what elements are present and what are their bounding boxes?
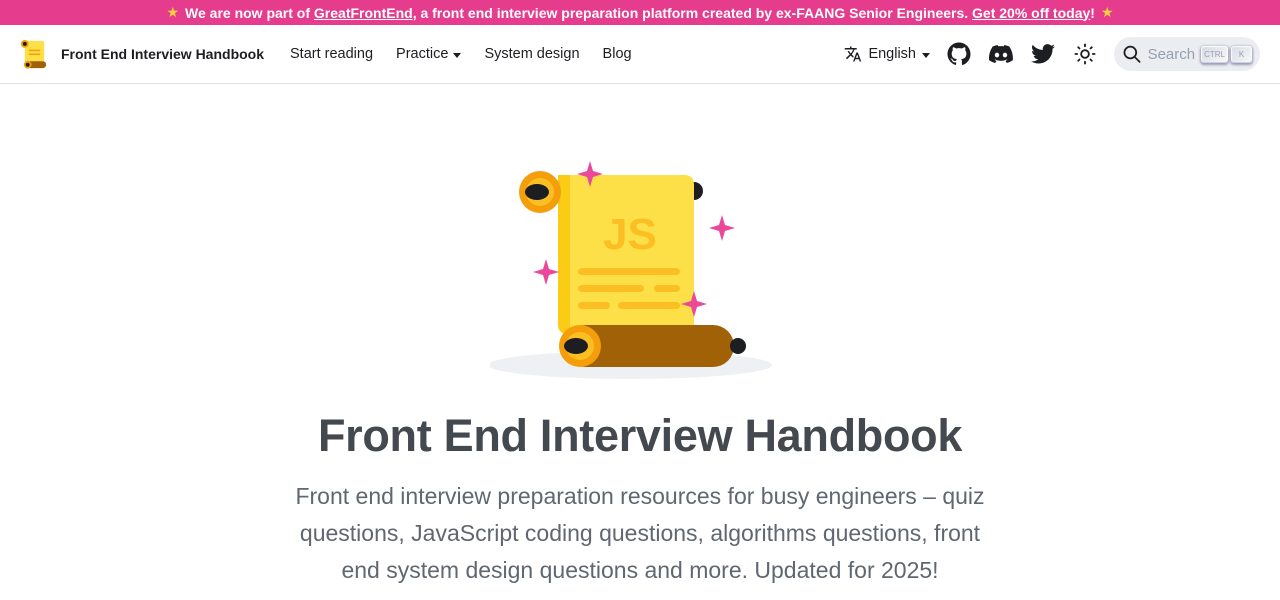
search-button[interactable]: Search CTRL K	[1114, 37, 1260, 71]
announcement-middle: , a front end interview preparation plat…	[412, 4, 973, 21]
kbd-k: K	[1231, 45, 1252, 63]
github-link[interactable]	[946, 41, 972, 67]
theme-toggle-button[interactable]	[1072, 41, 1098, 67]
twitter-link[interactable]	[1030, 41, 1056, 67]
sun-icon	[1074, 43, 1096, 65]
search-placeholder: Search	[1147, 45, 1196, 63]
twitter-icon	[1031, 44, 1055, 64]
scroll-logo-icon	[20, 39, 47, 69]
nav-links: Start reading Practice System design Blo…	[290, 46, 632, 62]
kbd-ctrl: CTRL	[1201, 45, 1228, 63]
github-icon	[947, 42, 971, 66]
caret-down-icon	[922, 52, 930, 58]
nav-practice-label: Practice	[396, 46, 449, 62]
discord-link[interactable]	[988, 41, 1014, 67]
brand-title: Front End Interview Handbook	[61, 46, 265, 62]
hero-section: JS Front End Interview Handbook Front en…	[0, 84, 1280, 589]
search-icon	[1123, 45, 1141, 63]
nav-start-reading[interactable]: Start reading	[290, 46, 373, 62]
nav-right-group: English Search CTRL K	[844, 37, 1262, 71]
nav-system-design[interactable]: System design	[484, 46, 579, 62]
search-shortcut: CTRL K	[1201, 45, 1252, 63]
js-label: JS	[603, 210, 657, 259]
brand-home-link[interactable]: Front End Interview Handbook	[18, 38, 264, 71]
js-scroll-illustration: JS	[490, 161, 772, 379]
announcement-prefix: We are now part of	[185, 4, 314, 21]
hero-title: Front End Interview Handbook	[317, 410, 963, 461]
star-icon: ★	[1100, 4, 1114, 20]
star-icon: ★	[166, 4, 180, 20]
discount-link[interactable]: Get 20% off today	[972, 5, 1090, 21]
announcement-suffix: !	[1090, 4, 1095, 21]
greatfrontend-link[interactable]: GreatFrontEnd	[314, 5, 413, 21]
language-dropdown[interactable]: English	[844, 45, 930, 63]
language-label: English	[868, 46, 916, 62]
discord-icon	[989, 45, 1013, 63]
nav-blog[interactable]: Blog	[603, 46, 632, 62]
caret-down-icon	[453, 52, 462, 58]
nav-practice-dropdown[interactable]: Practice	[396, 46, 462, 62]
top-navbar: Front End Interview Handbook Start readi…	[0, 25, 1280, 84]
announcement-bar: ★ We are now part of GreatFrontEnd , a f…	[0, 0, 1280, 25]
hero-subtitle: Front end interview preparation resource…	[295, 483, 985, 583]
translate-icon	[845, 46, 862, 62]
